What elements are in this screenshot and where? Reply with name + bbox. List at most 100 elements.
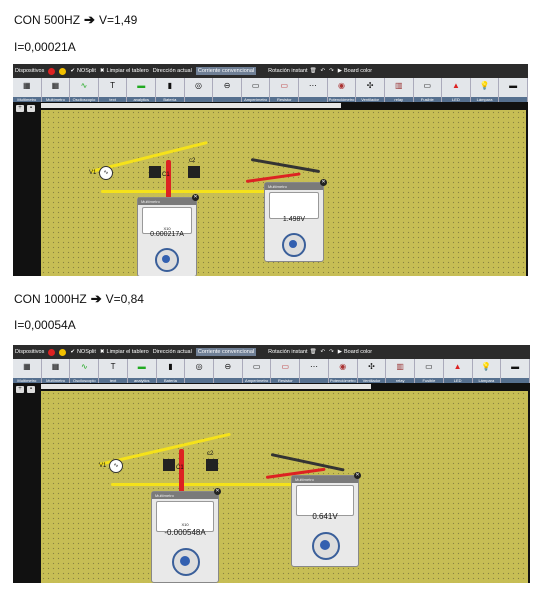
tray-item[interactable]: ◉ Potenciómetro [328,359,358,383]
zoom-in-icon[interactable]: + [16,386,24,393]
zoom-out-icon[interactable]: ▪ [27,386,35,393]
direction-button[interactable]: Dirección actual [153,349,192,355]
clear-button[interactable]: ✖ Limpiar el tablero [100,349,149,355]
heading-voltage: V=0,84 [105,292,144,306]
capacitor[interactable] [149,166,161,178]
tray-item[interactable]: ▭ Amperímetro [242,359,272,383]
redo-icon[interactable]: ↷ [329,68,334,74]
tray-item[interactable]: ▮ Batería [156,359,186,383]
tray-item[interactable]: ▦ Multímetro [41,359,71,383]
undo-icon[interactable]: ↶ [321,349,326,355]
tray-item[interactable]: ▦ Multímetro [13,359,42,383]
tray-item[interactable]: ⋯ [300,359,329,383]
tray-item[interactable]: ▲ LED [442,78,471,102]
devices-button[interactable]: Dispositivos [15,68,44,74]
tray-item[interactable]: ▥ relay [384,78,414,102]
fuse-icon: ▭ [425,362,433,371]
wire[interactable] [250,158,321,174]
current-mode-button[interactable]: Corriente convencional [195,348,257,356]
board-color-button[interactable]: ▶ Board color [338,349,372,355]
wire[interactable] [270,453,345,472]
current-mode-button[interactable]: Corriente convencional [195,67,257,75]
scrollbar[interactable] [41,384,371,389]
switch-icon: ▬ [509,81,518,90]
tray-item[interactable]: ⋯ [299,78,328,102]
simulator-screenshot-500hz: Dispositivos ✔ NOSplit ✖ Limpiar el tabler… [13,64,528,276]
tray-item[interactable]: Ttext [98,78,128,102]
voltmeter[interactable]: Multímetro 0.641V [291,475,359,567]
tray-item[interactable]: ∿ Osciloscopio [70,78,99,102]
tray-item[interactable]: ▭ Resistor [270,78,300,102]
zoom-in-icon[interactable]: + [16,105,24,112]
clear-button[interactable]: ✖ Limpiar el tablero [100,68,149,74]
direction-button[interactable]: Dirección actual [153,68,192,74]
current-mode-label: Corriente convencional [197,68,255,74]
toolbar: Dispositivos ✔ NOSplit ✖ Limpiar el tabler… [13,64,528,78]
nosplit-toggle[interactable]: ✔ NOSplit [70,68,96,74]
zoom-out-icon[interactable]: ▪ [27,105,35,112]
relay-icon: ▥ [394,81,403,90]
tray-item[interactable]: 💡 Lámpara [472,359,502,383]
tray-item[interactable]: ▬ [501,359,530,383]
breadboard[interactable]: V1 ∿ C1 c2 Multímetro X10 0.000217A ✕ Mu… [41,110,526,276]
ammeter[interactable]: Multímetro X10 0.000217A [137,197,197,276]
tray-item[interactable]: ◎ [185,359,215,383]
tray-label: Osciloscopio [70,97,98,102]
tray-item[interactable]: ⊖ [213,78,242,102]
tray-item[interactable]: ▭ Amperímetro [241,78,271,102]
tray-item[interactable]: ▦ Multímetro [41,78,71,102]
devices-label: Dispositivos [15,68,45,74]
close-icon[interactable]: ✕ [354,472,361,479]
meter-title: Multímetro [265,183,323,190]
capacitor[interactable] [206,459,218,471]
tray-item[interactable]: ▬ analytics [127,78,157,102]
capacitor[interactable] [163,459,175,471]
nosplit-label: NOSplit [76,68,96,74]
close-icon[interactable]: ✕ [192,194,199,201]
ac-source-icon[interactable]: ∿ [109,459,123,473]
undo-icon[interactable]: ↶ [321,68,326,74]
wire[interactable] [111,483,301,486]
tray-item[interactable]: ▥ relay [386,359,416,383]
tray-item[interactable]: ▮ Batería [156,78,185,102]
lamp-icon: 💡 [481,362,492,371]
rotation-button[interactable]: Rotación instant 🗑 [268,349,316,355]
tray-item[interactable]: ◉ Potenciómetro [327,78,357,102]
devices-button[interactable]: Dispositivos [15,349,44,355]
ammeter[interactable]: Multímetro X10 -0.000548A [151,491,219,583]
tray-item[interactable]: 💡 Lámpara [470,78,500,102]
ac-source-icon[interactable]: ∿ [99,166,113,180]
tray-item[interactable]: ✣ Ventilador [357,359,387,383]
tray-item[interactable]: ▭ Resistor [271,359,301,383]
rotation-button[interactable]: Rotación instant 🗑 [268,68,316,74]
tray-item[interactable]: ∿ Osciloscopio [70,359,100,383]
tray-item[interactable]: ▲ LED [443,359,473,383]
tray-item[interactable]: ▭ Fusible [415,359,444,383]
ac-source-icon: ◎ [195,362,203,371]
scale-label: X10 [181,522,189,527]
close-icon[interactable]: ✕ [320,179,327,186]
close-icon[interactable]: ✕ [214,488,221,495]
breadboard[interactable]: V1 ∿ C1 c2 Multímetro X10 -0.000548A ✕ M… [41,391,528,583]
tray-item[interactable]: ▬ analytics [127,359,157,383]
tray-item[interactable]: ▦ Multímetro [13,78,42,102]
tray-item[interactable]: ▭ Fusible [413,78,443,102]
redo-icon[interactable]: ↷ [329,349,334,355]
board-color-label: Board color [344,68,373,74]
tray-item[interactable]: ⊖ [214,359,243,383]
tray-item[interactable]: ✣ Ventilador [356,78,385,102]
arrow-right-icon: ➔ [84,12,95,27]
wire[interactable] [101,190,271,193]
battery-icon [48,348,56,356]
tray-item[interactable]: ▬ [499,78,528,102]
tray-item[interactable]: ◎ [184,78,214,102]
board-color-button[interactable]: ▶ Board color [338,68,372,74]
tray-item[interactable]: Ttext [99,359,128,383]
capacitor[interactable] [188,166,200,178]
tray-label: Batería [156,378,185,383]
meter-face [269,192,319,219]
voltmeter[interactable]: Multímetro 1.498V [264,182,324,262]
scrollbar[interactable] [41,103,341,108]
nosplit-toggle[interactable]: ✔ NOSplit [70,349,96,355]
tray-label: text [98,97,127,102]
